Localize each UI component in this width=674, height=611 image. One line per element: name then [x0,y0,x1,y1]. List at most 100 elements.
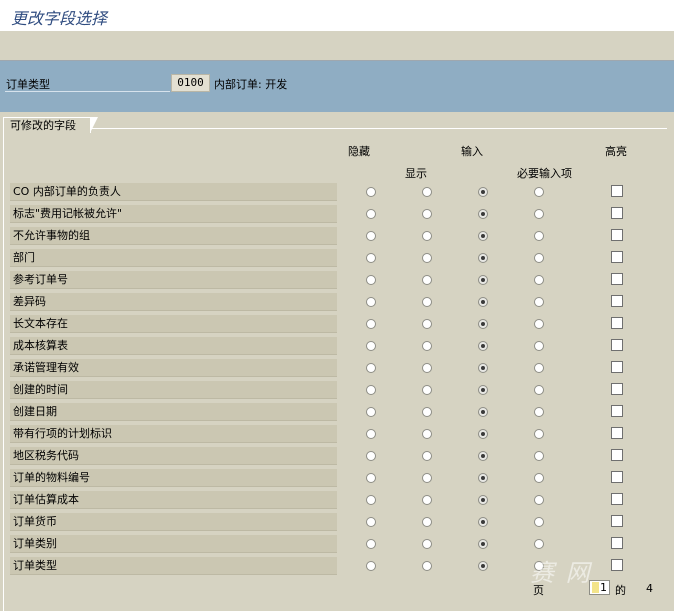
radio-display[interactable] [422,297,432,307]
highlight-checkbox[interactable] [611,251,623,263]
radio-display[interactable] [422,275,432,285]
radio-input[interactable] [478,319,488,329]
radio-display[interactable] [422,187,432,197]
field-row-label: 不允许事物的组 [10,227,337,245]
radio-display[interactable] [422,561,432,571]
radio-required[interactable] [534,429,544,439]
radio-hide[interactable] [366,495,376,505]
radio-required[interactable] [534,275,544,285]
radio-input[interactable] [478,341,488,351]
radio-required[interactable] [534,407,544,417]
highlight-checkbox[interactable] [611,185,623,197]
radio-required[interactable] [534,539,544,549]
field-row-label: 带有行项的计划标识 [10,425,337,443]
radio-input[interactable] [478,407,488,417]
radio-hide[interactable] [366,385,376,395]
field-row-label: 创建日期 [10,403,337,421]
highlight-checkbox[interactable] [611,207,623,219]
highlight-checkbox[interactable] [611,405,623,417]
highlight-checkbox[interactable] [611,515,623,527]
radio-required[interactable] [534,473,544,483]
radio-display[interactable] [422,473,432,483]
radio-display[interactable] [422,341,432,351]
radio-input[interactable] [478,253,488,263]
radio-required[interactable] [534,319,544,329]
radio-input[interactable] [478,495,488,505]
radio-hide[interactable] [366,363,376,373]
highlight-checkbox[interactable] [611,427,623,439]
radio-display[interactable] [422,385,432,395]
radio-hide[interactable] [366,297,376,307]
highlight-checkbox[interactable] [611,493,623,505]
radio-hide[interactable] [366,231,376,241]
radio-display[interactable] [422,451,432,461]
radio-required[interactable] [534,253,544,263]
radio-hide[interactable] [366,341,376,351]
highlight-checkbox[interactable] [611,229,623,241]
radio-required[interactable] [534,517,544,527]
radio-hide[interactable] [366,539,376,549]
highlight-checkbox[interactable] [611,361,623,373]
order-type-field[interactable]: 0100 [171,74,210,92]
radio-required[interactable] [534,363,544,373]
radio-display[interactable] [422,363,432,373]
highlight-checkbox[interactable] [611,471,623,483]
radio-hide[interactable] [366,407,376,417]
radio-hide[interactable] [366,187,376,197]
highlight-checkbox[interactable] [611,339,623,351]
highlight-checkbox[interactable] [611,449,623,461]
highlight-checkbox[interactable] [611,317,623,329]
radio-input[interactable] [478,561,488,571]
radio-input[interactable] [478,297,488,307]
radio-input[interactable] [478,539,488,549]
radio-hide[interactable] [366,209,376,219]
radio-required[interactable] [534,231,544,241]
radio-display[interactable] [422,407,432,417]
highlight-checkbox[interactable] [611,383,623,395]
radio-input[interactable] [478,275,488,285]
highlight-checkbox[interactable] [611,559,623,571]
field-row-label: 订单估算成本 [10,491,337,509]
radio-hide[interactable] [366,561,376,571]
radio-input[interactable] [478,385,488,395]
column-required: 必要输入项 [517,167,572,180]
radio-input[interactable] [478,187,488,197]
radio-input[interactable] [478,363,488,373]
radio-input[interactable] [478,429,488,439]
radio-hide[interactable] [366,517,376,527]
header-band: 订单类型 0100 内部订单: 开发 [0,61,674,112]
radio-display[interactable] [422,539,432,549]
page-number-field[interactable]: 1 [589,580,610,595]
radio-required[interactable] [534,385,544,395]
radio-display[interactable] [422,209,432,219]
highlight-checkbox[interactable] [611,295,623,307]
radio-display[interactable] [422,517,432,527]
radio-input[interactable] [478,451,488,461]
radio-input[interactable] [478,209,488,219]
radio-display[interactable] [422,231,432,241]
radio-hide[interactable] [366,429,376,439]
radio-required[interactable] [534,451,544,461]
order-type-description: 内部订单: 开发 [214,78,288,91]
radio-display[interactable] [422,319,432,329]
radio-hide[interactable] [366,275,376,285]
radio-required[interactable] [534,495,544,505]
highlight-checkbox[interactable] [611,273,623,285]
radio-required[interactable] [534,297,544,307]
radio-hide[interactable] [366,253,376,263]
watermark: 赛 网 [530,559,592,587]
radio-hide[interactable] [366,319,376,329]
radio-display[interactable] [422,253,432,263]
radio-display[interactable] [422,495,432,505]
radio-hide[interactable] [366,451,376,461]
column-input: 输入 [461,145,483,158]
radio-required[interactable] [534,209,544,219]
radio-input[interactable] [478,517,488,527]
radio-input[interactable] [478,231,488,241]
highlight-checkbox[interactable] [611,537,623,549]
radio-required[interactable] [534,187,544,197]
radio-hide[interactable] [366,473,376,483]
radio-required[interactable] [534,341,544,351]
radio-input[interactable] [478,473,488,483]
radio-display[interactable] [422,429,432,439]
